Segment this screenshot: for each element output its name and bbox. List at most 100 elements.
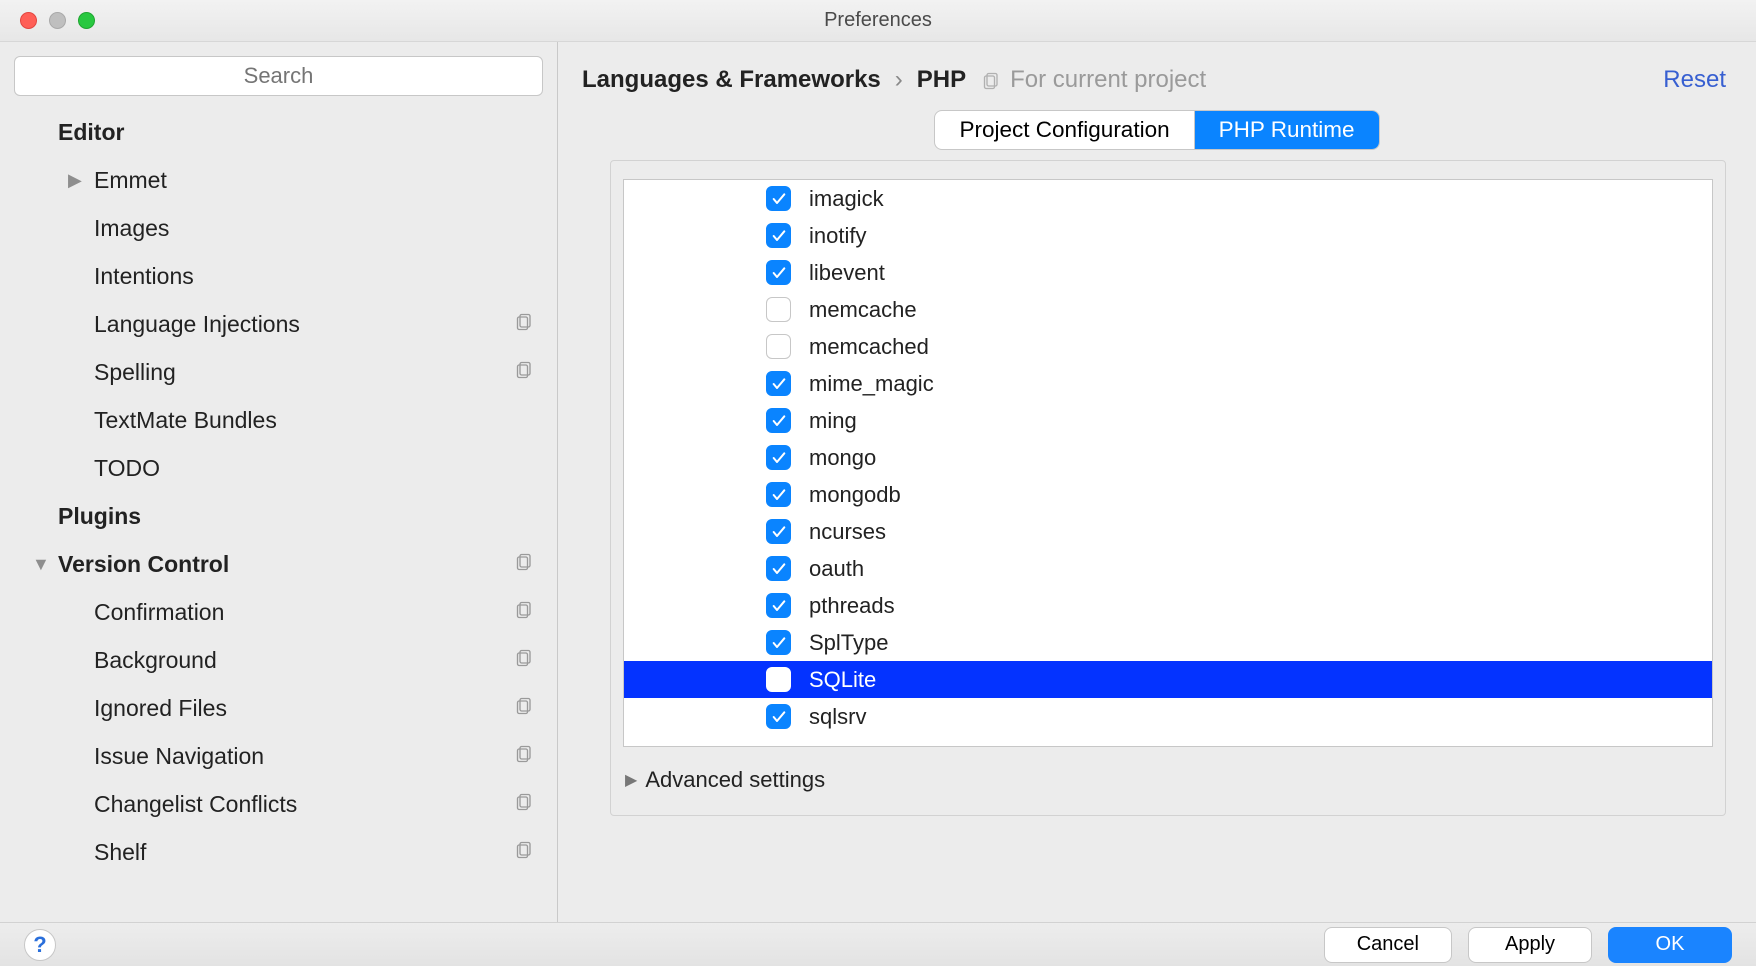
extension-label: libevent xyxy=(809,260,885,286)
extension-row-imagick[interactable]: imagick xyxy=(624,180,1712,217)
sidebar-item-language-injections[interactable]: Language Injections xyxy=(94,300,557,348)
ok-button[interactable]: OK xyxy=(1608,927,1732,963)
extension-checkbox[interactable] xyxy=(766,482,791,507)
window-title: Preferences xyxy=(0,9,1756,32)
scope-text: For current project xyxy=(1010,66,1206,94)
extension-label: memcache xyxy=(809,297,917,323)
project-scope-icon xyxy=(515,791,535,811)
extension-label: mongo xyxy=(809,445,876,471)
extension-row-ncurses[interactable]: ncurses xyxy=(624,513,1712,550)
extension-row-memcached[interactable]: memcached xyxy=(624,328,1712,365)
extension-label: ncurses xyxy=(809,519,886,545)
extension-checkbox[interactable] xyxy=(766,519,791,544)
sidebar-item-plugins[interactable]: Plugins xyxy=(58,492,557,540)
extension-checkbox[interactable] xyxy=(766,334,791,359)
sidebar-item-emmet[interactable]: ▶Emmet xyxy=(94,156,557,204)
sidebar-item-images[interactable]: Images xyxy=(94,204,557,252)
extension-label: mime_magic xyxy=(809,371,934,397)
sidebar-item-label: Ignored Files xyxy=(94,695,227,722)
extension-label: SQLite xyxy=(809,667,876,693)
project-scope-icon xyxy=(515,839,535,859)
sidebar-item-label: Images xyxy=(94,215,169,242)
extension-row-libevent[interactable]: libevent xyxy=(624,254,1712,291)
extension-row-memcache[interactable]: memcache xyxy=(624,291,1712,328)
extension-label: memcached xyxy=(809,334,929,360)
extensions-list[interactable]: imagick inotify libevent memcache memcached m… xyxy=(623,179,1713,747)
sidebar-item-shelf[interactable]: Shelf xyxy=(94,828,557,876)
extension-checkbox[interactable] xyxy=(766,297,791,322)
sidebar-item-issue-navigation[interactable]: Issue Navigation xyxy=(94,732,557,780)
tab-control: Project Configuration PHP Runtime xyxy=(934,110,1379,150)
sidebar-item-changelist-conflicts[interactable]: Changelist Conflicts xyxy=(94,780,557,828)
extension-checkbox[interactable] xyxy=(766,371,791,396)
extension-row-pthreads[interactable]: pthreads xyxy=(624,587,1712,624)
extension-label: oauth xyxy=(809,556,864,582)
help-button[interactable]: ? xyxy=(24,929,56,961)
extension-label: inotify xyxy=(809,223,866,249)
extension-row-spltype[interactable]: SplType xyxy=(624,624,1712,661)
extension-checkbox[interactable] xyxy=(766,186,791,211)
sidebar-item-spelling[interactable]: Spelling xyxy=(94,348,557,396)
sidebar-item-label: Editor xyxy=(58,119,124,146)
sidebar-item-version-control[interactable]: ▼Version Control xyxy=(58,540,557,588)
extension-row-ming[interactable]: ming xyxy=(624,402,1712,439)
sidebar-item-intentions[interactable]: Intentions xyxy=(94,252,557,300)
tab-project-configuration[interactable]: Project Configuration xyxy=(935,111,1194,149)
sidebar-item-todo[interactable]: TODO xyxy=(94,444,557,492)
extension-checkbox[interactable] xyxy=(766,667,791,692)
extension-row-mime_magic[interactable]: mime_magic xyxy=(624,365,1712,402)
extension-checkbox[interactable] xyxy=(766,223,791,248)
extension-checkbox[interactable] xyxy=(766,445,791,470)
extension-checkbox[interactable] xyxy=(766,260,791,285)
extension-checkbox[interactable] xyxy=(766,408,791,433)
extension-row-sqlsrv[interactable]: sqlsrv xyxy=(624,698,1712,735)
extension-label: sqlsrv xyxy=(809,704,866,730)
search-input[interactable] xyxy=(14,56,543,96)
extension-row-sqlite[interactable]: SQLite xyxy=(624,661,1712,698)
breadcrumb-leaf: PHP xyxy=(917,66,966,94)
sidebar-item-textmate-bundles[interactable]: TextMate Bundles xyxy=(94,396,557,444)
chevron-down-icon: ▼ xyxy=(32,554,50,575)
sidebar-item-label: TODO xyxy=(94,455,160,482)
breadcrumb-separator-icon: › xyxy=(895,66,903,94)
project-scope-icon xyxy=(515,359,535,379)
extension-checkbox[interactable] xyxy=(766,704,791,729)
sidebar: Editor ▶Emmet Images Intentions Language Inj… xyxy=(0,42,558,922)
sidebar-item-label: Version Control xyxy=(58,551,229,578)
sidebar-item-label: Intentions xyxy=(94,263,194,290)
project-scope-icon xyxy=(982,70,1002,90)
extension-row-mongodb[interactable]: mongodb xyxy=(624,476,1712,513)
advanced-settings-label: Advanced settings xyxy=(645,767,825,793)
tab-php-runtime[interactable]: PHP Runtime xyxy=(1195,111,1379,149)
content-pane: Languages & Frameworks › PHP For current… xyxy=(558,42,1756,922)
cancel-button[interactable]: Cancel xyxy=(1324,927,1452,963)
extension-checkbox[interactable] xyxy=(766,630,791,655)
extension-row-oauth[interactable]: oauth xyxy=(624,550,1712,587)
breadcrumb: Languages & Frameworks › PHP xyxy=(582,66,966,94)
sidebar-item-label: TextMate Bundles xyxy=(94,407,277,434)
sidebar-item-label: Background xyxy=(94,647,217,674)
sidebar-item-background[interactable]: Background xyxy=(94,636,557,684)
breadcrumb-parent[interactable]: Languages & Frameworks xyxy=(582,66,881,94)
extension-checkbox[interactable] xyxy=(766,593,791,618)
sidebar-item-ignored-files[interactable]: Ignored Files xyxy=(94,684,557,732)
reset-button[interactable]: Reset xyxy=(1663,66,1726,94)
sidebar-item-label: Emmet xyxy=(94,167,167,194)
extension-label: SplType xyxy=(809,630,889,656)
titlebar: Preferences xyxy=(0,0,1756,42)
project-scope-icon xyxy=(515,551,535,571)
extension-label: mongodb xyxy=(809,482,901,508)
sidebar-item-label: Confirmation xyxy=(94,599,224,626)
apply-button[interactable]: Apply xyxy=(1468,927,1592,963)
sidebar-item-label: Plugins xyxy=(58,503,141,530)
extension-label: ming xyxy=(809,408,857,434)
extension-row-inotify[interactable]: inotify xyxy=(624,217,1712,254)
extension-label: pthreads xyxy=(809,593,895,619)
sidebar-item-label: Shelf xyxy=(94,839,146,866)
sidebar-item-confirmation[interactable]: Confirmation xyxy=(94,588,557,636)
sidebar-item-editor[interactable]: Editor xyxy=(58,108,557,156)
extension-checkbox[interactable] xyxy=(766,556,791,581)
dialog-footer: ? Cancel Apply OK xyxy=(0,922,1756,966)
extension-row-mongo[interactable]: mongo xyxy=(624,439,1712,476)
advanced-settings-disclosure[interactable]: ▶ Advanced settings xyxy=(625,767,1713,793)
